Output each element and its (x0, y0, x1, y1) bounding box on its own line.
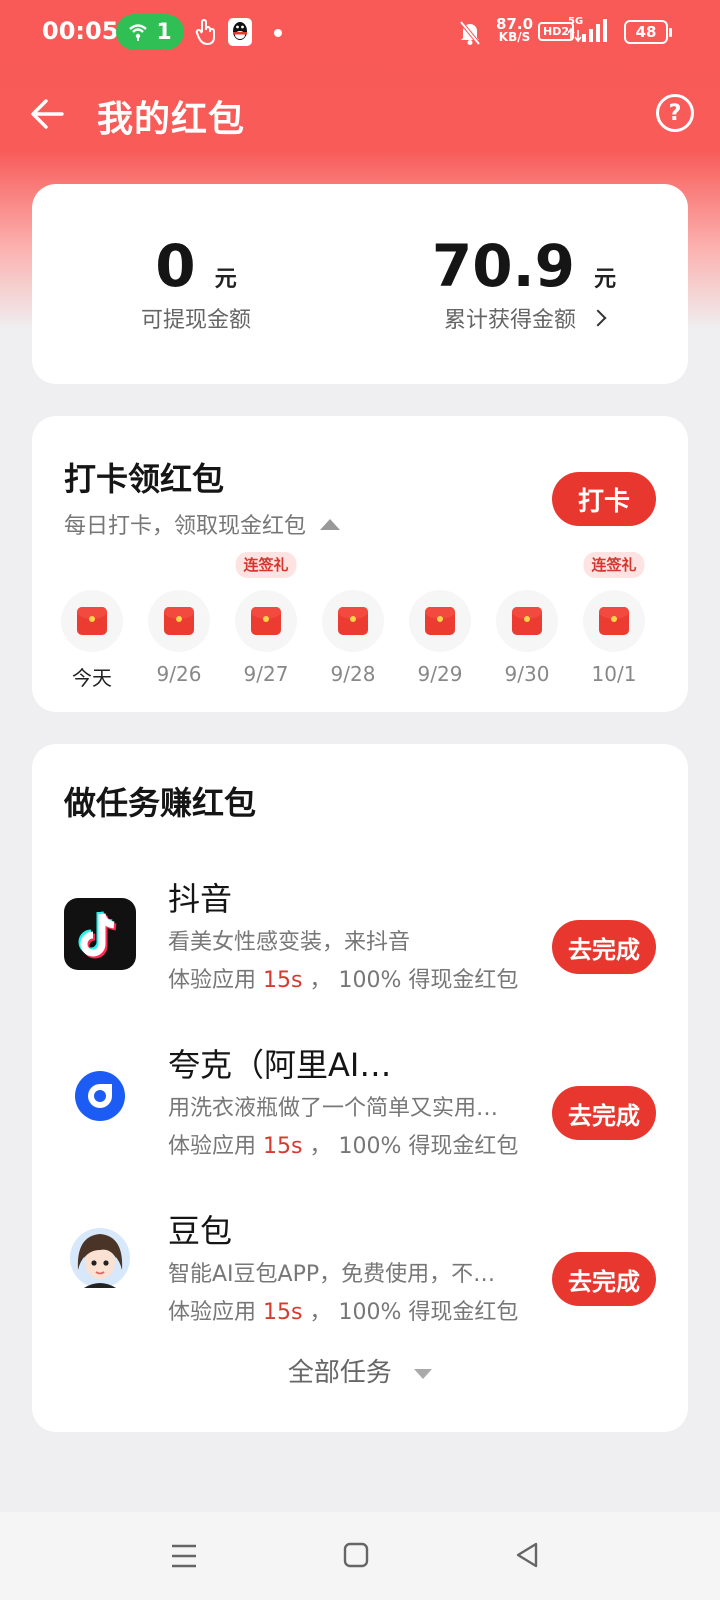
checkin-day[interactable]: 连签礼 9/27 (234, 552, 298, 686)
quark-icon (64, 1060, 136, 1132)
total-earned-section[interactable]: 70.9 元 累计获得金额 (360, 234, 688, 334)
checkin-day[interactable]: 连签礼 10/1 (582, 552, 646, 686)
hotspot-pill: 1 (116, 14, 184, 50)
streak-gift-badge: 连签礼 (235, 552, 297, 578)
day-label: 9/29 (417, 662, 463, 686)
checkin-day[interactable]: 9/26 (147, 554, 211, 686)
doubao-icon (64, 1222, 136, 1294)
day-label: 今天 (72, 666, 112, 690)
checkin-subtitle: 每日打卡，领取现金红包 (64, 514, 307, 539)
app-header: 我的红包 ? (0, 76, 720, 152)
task-name: 豆包 (168, 1212, 233, 1250)
go-complete-button[interactable]: 去完成 (552, 1252, 656, 1306)
task-reward: 体验应用 15s ， 100% 得现金红包 (168, 1134, 519, 1159)
total-earned-label-row[interactable]: 累计获得金额 (443, 302, 607, 334)
task-item: 夸克（阿里AI… 用洗衣液瓶做了一个简单又实用… 体验应用 15s ， 100%… (32, 1040, 688, 1190)
red-envelope-icon (512, 607, 542, 635)
back-button[interactable] (26, 92, 70, 136)
total-earned-amount: 70.9 (431, 232, 575, 300)
back-nav-button[interactable] (508, 1538, 548, 1574)
checkin-card: 打卡领红包 每日打卡，领取现金红包 打卡 今天 9/26 连签礼 9/27 9/… (32, 416, 688, 712)
menu-nav-button[interactable] (164, 1538, 204, 1574)
red-envelope-icon (251, 607, 281, 635)
day-envelope (322, 590, 384, 652)
red-envelope-icon (425, 607, 455, 635)
system-nav-bar (0, 1512, 720, 1600)
menu-icon (172, 1544, 196, 1568)
day-envelope (583, 590, 645, 652)
withdrawable-section: 0 元 可提现金额 (32, 234, 360, 334)
tasks-card: 做任务赚红包 抖音 看美女性感变装，来抖音 体验应用 15s ， 100% 得现… (32, 744, 688, 1432)
day-label: 10/1 (591, 662, 637, 686)
signal-indicator: 5G (567, 16, 608, 50)
all-tasks-label: 全部任务 (287, 1358, 392, 1388)
net-speed: 87.0 KB/S (496, 15, 534, 44)
red-envelope-icon (164, 607, 194, 635)
all-tasks-toggle[interactable]: 全部任务 (32, 1352, 688, 1389)
back-triangle-icon (516, 1542, 538, 1568)
checkin-button[interactable]: 打卡 (552, 472, 656, 526)
expand-triangle-icon (414, 1368, 433, 1379)
qq-icon (228, 18, 252, 46)
day-label: 9/28 (330, 662, 376, 686)
streak-gift-badge: 连签礼 (583, 552, 645, 578)
day-envelope (61, 590, 123, 652)
checkin-day[interactable]: 9/30 (495, 554, 559, 686)
question-icon: ? (668, 100, 682, 126)
chevron-right-icon (589, 309, 607, 327)
checkin-day[interactable]: 今天 (60, 554, 124, 691)
day-envelope (409, 590, 471, 652)
reward-time: 15s (263, 1300, 303, 1325)
hotspot-count: 1 (156, 19, 172, 45)
bell-muted-icon (459, 20, 481, 46)
red-envelope-icon (599, 607, 629, 635)
home-nav-button[interactable] (336, 1538, 376, 1574)
go-complete-button[interactable]: 去完成 (552, 920, 656, 974)
reward-time: 15s (263, 1134, 303, 1159)
total-earned-unit: 元 (594, 267, 617, 292)
douyin-icon (64, 898, 136, 970)
red-envelope-icon (338, 607, 368, 635)
page-title: 我的红包 (97, 99, 246, 140)
tasks-title: 做任务赚红包 (64, 784, 257, 822)
task-desc: 智能AI豆包APP，免费使用，不… (168, 1262, 496, 1287)
task-reward: 体验应用 15s ， 100% 得现金红包 (168, 1300, 519, 1325)
withdrawable-amount: 0 (155, 232, 196, 300)
collapse-triangle-icon (320, 518, 341, 530)
task-name: 夸克（阿里AI… (168, 1046, 392, 1084)
checkin-subtitle-row[interactable]: 每日打卡，领取现金红包 (64, 508, 341, 540)
checkin-day[interactable]: 9/29 (408, 554, 472, 686)
touch-icon (195, 19, 215, 45)
checkin-title: 打卡领红包 (64, 460, 225, 498)
help-button[interactable]: ? (656, 94, 694, 132)
balance-card: 0 元 可提现金额 70.9 元 累计获得金额 (32, 184, 688, 384)
hotspot-icon (129, 24, 148, 41)
day-envelope (496, 590, 558, 652)
task-reward: 体验应用 15s ， 100% 得现金红包 (168, 968, 519, 993)
task-desc: 用洗衣液瓶做了一个简单又实用… (168, 1096, 499, 1121)
status-bar: 00:05 1 87.0 KB/S HD2 5G 48 (0, 0, 720, 66)
day-envelope (235, 590, 297, 652)
day-label: 9/26 (156, 662, 202, 686)
total-earned-label: 累计获得金额 (443, 308, 576, 333)
day-envelope (148, 590, 210, 652)
notification-dot (274, 29, 282, 37)
withdrawable-unit: 元 (214, 267, 237, 292)
task-item: 抖音 看美女性感变装，来抖音 体验应用 15s ， 100% 得现金红包 去完成 (32, 874, 688, 1024)
checkin-day[interactable]: 9/28 (321, 554, 385, 686)
day-label: 9/27 (243, 662, 289, 686)
home-square-icon (343, 1542, 369, 1568)
task-item: 豆包 智能AI豆包APP，免费使用，不… 体验应用 15s ， 100% 得现金… (32, 1206, 688, 1356)
red-envelope-icon (77, 607, 107, 635)
day-label: 9/30 (504, 662, 550, 686)
withdrawable-label: 可提现金额 (140, 308, 251, 333)
reward-time: 15s (263, 968, 303, 993)
status-time: 00:05 (42, 17, 119, 45)
go-complete-button[interactable]: 去完成 (552, 1086, 656, 1140)
battery-indicator: 48 (624, 20, 672, 44)
task-name: 抖音 (168, 880, 233, 918)
back-arrow-icon (31, 99, 64, 129)
task-desc: 看美女性感变装，来抖音 (168, 930, 411, 955)
